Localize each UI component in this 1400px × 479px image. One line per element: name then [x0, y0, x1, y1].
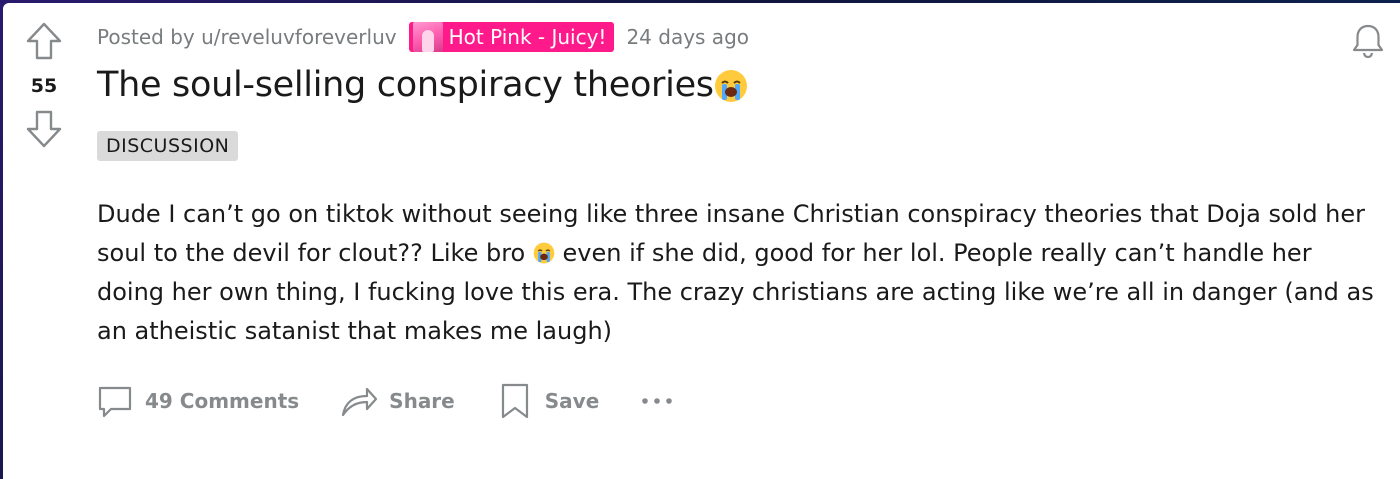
share-label: Share — [389, 389, 455, 413]
user-flair: Hot Pink - Juicy! — [408, 22, 615, 52]
loudly-crying-face-icon — [714, 70, 747, 102]
posted-by-link[interactable]: Posted by u/reveluvforeverluv — [97, 25, 397, 49]
vote-column: 55 — [21, 21, 67, 149]
comment-bubble-icon — [98, 386, 132, 418]
post-body: Dude I can’t go on tiktok without seeing… — [97, 195, 1377, 351]
bookmark-icon — [501, 383, 528, 419]
flair-image — [412, 22, 443, 52]
arrow-up-icon — [26, 22, 62, 60]
notification-button[interactable] — [1348, 21, 1388, 61]
post-actions: 49 Comments Share Save — [95, 381, 675, 421]
comments-button[interactable]: 49 Comments — [95, 381, 299, 421]
downvote-button[interactable] — [24, 109, 64, 149]
vote-score: 55 — [30, 75, 58, 97]
flair-label: Hot Pink - Juicy! — [448, 25, 607, 49]
arrow-down-icon — [26, 110, 62, 148]
share-arrow-icon — [342, 387, 378, 417]
save-label: Save — [544, 389, 600, 413]
comments-label: 49 Comments — [145, 389, 300, 413]
post-card: 55 Posted by u/reveluvforeverluv Hot Pin… — [3, 3, 1400, 479]
save-button[interactable]: Save — [495, 381, 600, 421]
share-button[interactable]: Share — [339, 381, 455, 421]
post-title-text: The soul-selling conspiracy theories — [97, 65, 714, 105]
post-meta: Posted by u/reveluvforeverluv Hot Pink -… — [97, 22, 749, 52]
loudly-crying-face-icon — [533, 242, 555, 264]
post-timestamp[interactable]: 24 days ago — [626, 25, 749, 49]
bell-icon — [1352, 24, 1384, 59]
more-options-button[interactable] — [639, 391, 675, 411]
more-dots-icon — [642, 398, 673, 404]
upvote-button[interactable] — [24, 21, 64, 61]
post-title[interactable]: The soul-selling conspiracy theories — [97, 65, 748, 105]
post-flair-tag[interactable]: DISCUSSION — [97, 131, 239, 161]
